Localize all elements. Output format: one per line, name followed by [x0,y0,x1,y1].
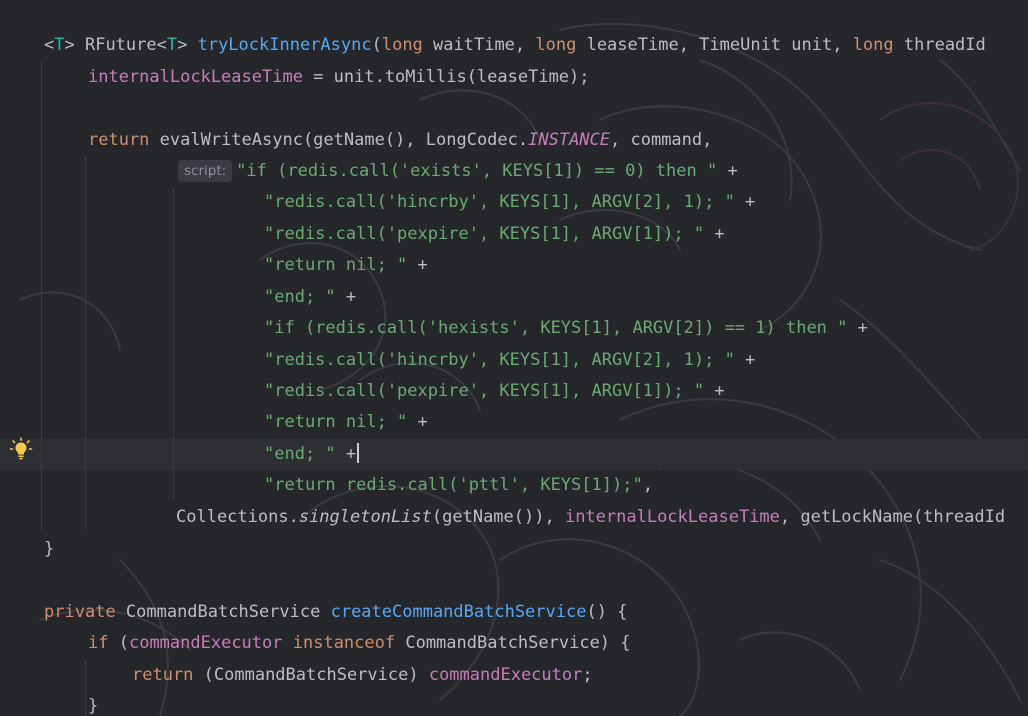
code-line[interactable]: if (commandExecutor instanceof CommandBa… [88,628,631,659]
code-line[interactable]: internalLockLeaseTime = unit.toMillis(le… [88,62,590,93]
indent-guide [85,156,86,530]
code-token: "if (redis.call('exists', KEYS[1]) == 0)… [236,161,718,181]
indent-guide [85,660,86,716]
code-line[interactable]: return evalWriteAsync(getName(), LongCod… [88,125,712,156]
current-line-highlight [0,439,1028,470]
code-token: if [88,633,109,653]
code-token: singletonList [298,507,432,527]
code-token: + [335,444,357,464]
code-token: INSTANCE [528,130,611,150]
code-line[interactable]: "end; " + [264,282,356,313]
code-token: long [852,35,894,55]
indent-guide [41,62,42,530]
code-line[interactable]: "redis.call('hincrby', KEYS[1], ARGV[2],… [264,345,755,376]
code-token: , [642,475,653,495]
code-token: Collections. [176,507,299,527]
code-token: commandExecutor [128,633,283,653]
code-token: "redis.call('pexpire', KEYS[1], ARGV[1])… [264,381,705,401]
code-editor[interactable]: <T> RFuture<T> tryLockInnerAsync(long wa… [0,0,1028,716]
code-token: "return nil; " [264,412,408,432]
code-token: private [44,602,116,622]
code-token: long [535,35,577,55]
code-token: internalLockLeaseTime [88,67,303,87]
code-token: instanceof [292,633,396,653]
code-token: "if (redis.call('hexists', KEYS[1], ARGV… [264,318,848,338]
code-line[interactable]: private CommandBatchService createComman… [44,597,627,628]
code-token: "end; " [264,444,336,464]
code-token: CommandBatchService) { [395,633,631,653]
code-line[interactable]: "return redis.call('pttl', KEYS[1]);", [264,470,653,501]
code-token: , getLockName(threadId [779,507,1006,527]
code-line[interactable]: Collections.singletonList(getName()), in… [176,502,1005,533]
code-line[interactable]: "return nil; " + [264,407,428,438]
code-token: long [381,35,423,55]
code-line[interactable]: } [44,534,54,565]
code-token: "return redis.call('pttl', KEYS[1]);" [264,475,643,495]
code-token: "redis.call('hincrby', KEYS[1], ARGV[2],… [264,350,735,370]
code-line[interactable]: "if (redis.call('hexists', KEYS[1], ARGV… [264,313,868,344]
code-token: "end; " [264,287,336,307]
code-token: + [847,318,868,338]
code-line[interactable]: "redis.call('pexpire', KEYS[1], ARGV[1])… [264,376,725,407]
code-line[interactable]: "redis.call('pexpire', KEYS[1], ARGV[1])… [264,219,725,250]
code-token: "redis.call('pexpire', KEYS[1], ARGV[1])… [264,224,705,244]
code-token: "return nil; " [264,255,408,275]
code-token: > RFuture< [64,35,167,55]
code-token: "redis.call('hincrby', KEYS[1], ARGV[2],… [264,192,735,212]
code-line[interactable]: "redis.call('hincrby', KEYS[1], ARGV[2],… [264,187,755,218]
code-token: , command, [610,130,713,150]
code-token: threadId [893,35,986,55]
code-token: = unit.toMillis(leaseTime); [302,67,590,87]
code-token: (CommandBatchService) [193,665,429,685]
code-token: () { [586,602,628,622]
code-token: tryLockInnerAsync [197,35,372,55]
code-token: + [734,192,756,212]
code-token: < [44,35,55,55]
code-token: + [717,161,738,181]
code-token: + [704,224,725,244]
code-token: + [704,381,725,401]
code-token: ( [108,633,129,653]
code-line[interactable]: } [88,691,98,716]
code-token: + [335,287,357,307]
code-token: leaseTime, TimeUnit unit, [576,35,853,55]
code-token: createCommandBatchService [330,602,587,622]
code-token: } [44,539,55,559]
code-token: + [407,255,428,275]
code-token: return [132,665,194,685]
code-line[interactable]: <T> RFuture<T> tryLockInnerAsync(long wa… [44,30,986,61]
code-token: (getName()), [431,507,565,527]
lightbulb-icon[interactable] [9,437,33,461]
code-line[interactable]: script: "if (redis.call('exists', KEYS[1]… [178,156,738,187]
code-token: + [734,350,756,370]
indent-guide [173,187,174,499]
code-token: + [407,412,428,432]
code-token: T [54,35,65,55]
code-token: > [177,35,198,55]
text-caret [357,443,360,463]
code-token: } [88,696,99,716]
code-token: ( [371,35,382,55]
code-token: internalLockLeaseTime [564,507,780,527]
code-line[interactable]: return (CommandBatchService) commandExec… [132,660,593,691]
code-token: evalWriteAsync(getName(), LongCodec. [149,130,529,150]
inlay-hint: script: [178,160,233,182]
code-line[interactable]: "return nil; " + [264,250,428,281]
code-token: CommandBatchService [115,602,331,622]
code-token: ; [582,665,593,685]
code-line[interactable]: "end; " + [264,439,360,470]
code-token: waitTime, [422,35,536,55]
code-token: commandExecutor [428,665,583,685]
code-token: return [88,130,150,150]
code-token: T [166,35,178,55]
